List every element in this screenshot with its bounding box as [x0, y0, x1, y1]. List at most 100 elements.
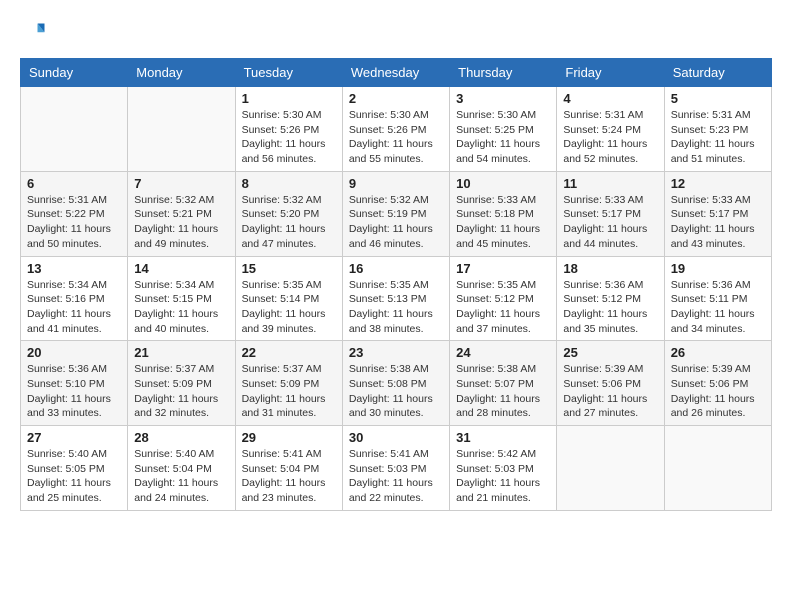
day-number: 11	[563, 176, 657, 191]
day-info: Sunrise: 5:30 AM Sunset: 5:26 PM Dayligh…	[242, 108, 336, 167]
calendar-cell: 13 Sunrise: 5:34 AM Sunset: 5:16 PM Dayli…	[21, 256, 128, 341]
day-info: Sunrise: 5:34 AM Sunset: 5:15 PM Dayligh…	[134, 278, 228, 337]
day-info: Sunrise: 5:42 AM Sunset: 5:03 PM Dayligh…	[456, 447, 550, 506]
weekday-header-saturday: Saturday	[664, 59, 771, 87]
day-info: Sunrise: 5:39 AM Sunset: 5:06 PM Dayligh…	[563, 362, 657, 421]
day-info: Sunrise: 5:32 AM Sunset: 5:19 PM Dayligh…	[349, 193, 443, 252]
day-number: 9	[349, 176, 443, 191]
day-number: 20	[27, 345, 121, 360]
weekday-header-wednesday: Wednesday	[342, 59, 449, 87]
day-number: 17	[456, 261, 550, 276]
day-number: 15	[242, 261, 336, 276]
day-number: 30	[349, 430, 443, 445]
calendar-table: SundayMondayTuesdayWednesdayThursdayFrid…	[20, 58, 772, 511]
calendar-cell: 12 Sunrise: 5:33 AM Sunset: 5:17 PM Dayli…	[664, 171, 771, 256]
calendar-cell	[21, 87, 128, 172]
day-number: 23	[349, 345, 443, 360]
day-info: Sunrise: 5:35 AM Sunset: 5:14 PM Dayligh…	[242, 278, 336, 337]
day-number: 1	[242, 91, 336, 106]
calendar-cell: 1 Sunrise: 5:30 AM Sunset: 5:26 PM Daylig…	[235, 87, 342, 172]
day-info: Sunrise: 5:39 AM Sunset: 5:06 PM Dayligh…	[671, 362, 765, 421]
calendar-cell: 19Sunrise: 5:36 AM Sunset: 5:11 PM Dayli…	[664, 256, 771, 341]
calendar-cell	[128, 87, 235, 172]
day-info: Sunrise: 5:32 AM Sunset: 5:21 PM Dayligh…	[134, 193, 228, 252]
logo-icon	[20, 20, 48, 48]
day-number: 26	[671, 345, 765, 360]
day-info: Sunrise: 5:31 AM Sunset: 5:23 PM Dayligh…	[671, 108, 765, 167]
calendar-cell: 22 Sunrise: 5:37 AM Sunset: 5:09 PM Dayli…	[235, 341, 342, 426]
calendar-week-row: 20Sunrise: 5:36 AM Sunset: 5:10 PM Dayli…	[21, 341, 772, 426]
calendar-cell: 29 Sunrise: 5:41 AM Sunset: 5:04 PM Dayli…	[235, 426, 342, 511]
weekday-header-monday: Monday	[128, 59, 235, 87]
day-number: 28	[134, 430, 228, 445]
day-number: 21	[134, 345, 228, 360]
day-number: 29	[242, 430, 336, 445]
calendar-cell: 2 Sunrise: 5:30 AM Sunset: 5:26 PM Daylig…	[342, 87, 449, 172]
day-info: Sunrise: 5:38 AM Sunset: 5:08 PM Dayligh…	[349, 362, 443, 421]
day-number: 6	[27, 176, 121, 191]
calendar-cell: 8 Sunrise: 5:32 AM Sunset: 5:20 PM Daylig…	[235, 171, 342, 256]
calendar-cell: 16Sunrise: 5:35 AM Sunset: 5:13 PM Dayli…	[342, 256, 449, 341]
day-number: 14	[134, 261, 228, 276]
calendar-cell: 20Sunrise: 5:36 AM Sunset: 5:10 PM Dayli…	[21, 341, 128, 426]
day-number: 8	[242, 176, 336, 191]
day-info: Sunrise: 5:34 AM Sunset: 5:16 PM Dayligh…	[27, 278, 121, 337]
day-info: Sunrise: 5:36 AM Sunset: 5:12 PM Dayligh…	[563, 278, 657, 337]
calendar-week-row: 27Sunrise: 5:40 AM Sunset: 5:05 PM Dayli…	[21, 426, 772, 511]
calendar-cell: 27Sunrise: 5:40 AM Sunset: 5:05 PM Dayli…	[21, 426, 128, 511]
day-info: Sunrise: 5:33 AM Sunset: 5:17 PM Dayligh…	[671, 193, 765, 252]
calendar-cell: 6 Sunrise: 5:31 AM Sunset: 5:22 PM Daylig…	[21, 171, 128, 256]
calendar-cell: 14 Sunrise: 5:34 AM Sunset: 5:15 PM Dayli…	[128, 256, 235, 341]
calendar-cell: 25 Sunrise: 5:39 AM Sunset: 5:06 PM Dayli…	[557, 341, 664, 426]
calendar-cell: 31Sunrise: 5:42 AM Sunset: 5:03 PM Dayli…	[450, 426, 557, 511]
calendar-cell: 10Sunrise: 5:33 AM Sunset: 5:18 PM Dayli…	[450, 171, 557, 256]
day-number: 5	[671, 91, 765, 106]
calendar-cell	[557, 426, 664, 511]
calendar-cell: 18 Sunrise: 5:36 AM Sunset: 5:12 PM Dayli…	[557, 256, 664, 341]
day-info: Sunrise: 5:40 AM Sunset: 5:05 PM Dayligh…	[27, 447, 121, 506]
weekday-header-tuesday: Tuesday	[235, 59, 342, 87]
day-info: Sunrise: 5:41 AM Sunset: 5:03 PM Dayligh…	[349, 447, 443, 506]
calendar-cell	[664, 426, 771, 511]
calendar-week-row: 6 Sunrise: 5:31 AM Sunset: 5:22 PM Daylig…	[21, 171, 772, 256]
day-number: 4	[563, 91, 657, 106]
day-info: Sunrise: 5:41 AM Sunset: 5:04 PM Dayligh…	[242, 447, 336, 506]
calendar-header-row: SundayMondayTuesdayWednesdayThursdayFrid…	[21, 59, 772, 87]
day-number: 3	[456, 91, 550, 106]
calendar-cell: 21 Sunrise: 5:37 AM Sunset: 5:09 PM Dayli…	[128, 341, 235, 426]
day-number: 10	[456, 176, 550, 191]
day-number: 2	[349, 91, 443, 106]
day-number: 25	[563, 345, 657, 360]
day-number: 18	[563, 261, 657, 276]
day-number: 7	[134, 176, 228, 191]
day-number: 12	[671, 176, 765, 191]
logo	[20, 20, 52, 48]
day-info: Sunrise: 5:35 AM Sunset: 5:13 PM Dayligh…	[349, 278, 443, 337]
day-info: Sunrise: 5:36 AM Sunset: 5:11 PM Dayligh…	[671, 278, 765, 337]
day-info: Sunrise: 5:31 AM Sunset: 5:22 PM Dayligh…	[27, 193, 121, 252]
day-info: Sunrise: 5:37 AM Sunset: 5:09 PM Dayligh…	[134, 362, 228, 421]
day-number: 13	[27, 261, 121, 276]
day-info: Sunrise: 5:30 AM Sunset: 5:26 PM Dayligh…	[349, 108, 443, 167]
day-info: Sunrise: 5:33 AM Sunset: 5:17 PM Dayligh…	[563, 193, 657, 252]
calendar-week-row: 13 Sunrise: 5:34 AM Sunset: 5:16 PM Dayli…	[21, 256, 772, 341]
day-info: Sunrise: 5:32 AM Sunset: 5:20 PM Dayligh…	[242, 193, 336, 252]
day-info: Sunrise: 5:35 AM Sunset: 5:12 PM Dayligh…	[456, 278, 550, 337]
day-info: Sunrise: 5:37 AM Sunset: 5:09 PM Dayligh…	[242, 362, 336, 421]
calendar-cell: 3Sunrise: 5:30 AM Sunset: 5:25 PM Daylig…	[450, 87, 557, 172]
calendar-cell: 11 Sunrise: 5:33 AM Sunset: 5:17 PM Dayli…	[557, 171, 664, 256]
calendar-cell: 15 Sunrise: 5:35 AM Sunset: 5:14 PM Dayli…	[235, 256, 342, 341]
day-info: Sunrise: 5:40 AM Sunset: 5:04 PM Dayligh…	[134, 447, 228, 506]
weekday-header-friday: Friday	[557, 59, 664, 87]
calendar-cell: 26 Sunrise: 5:39 AM Sunset: 5:06 PM Dayli…	[664, 341, 771, 426]
day-info: Sunrise: 5:31 AM Sunset: 5:24 PM Dayligh…	[563, 108, 657, 167]
day-info: Sunrise: 5:38 AM Sunset: 5:07 PM Dayligh…	[456, 362, 550, 421]
calendar-cell: 17 Sunrise: 5:35 AM Sunset: 5:12 PM Dayli…	[450, 256, 557, 341]
calendar-cell: 7 Sunrise: 5:32 AM Sunset: 5:21 PM Daylig…	[128, 171, 235, 256]
calendar-cell: 23 Sunrise: 5:38 AM Sunset: 5:08 PM Dayli…	[342, 341, 449, 426]
calendar-cell: 30 Sunrise: 5:41 AM Sunset: 5:03 PM Dayli…	[342, 426, 449, 511]
calendar-cell: 5 Sunrise: 5:31 AM Sunset: 5:23 PM Daylig…	[664, 87, 771, 172]
day-number: 22	[242, 345, 336, 360]
calendar-cell: 9 Sunrise: 5:32 AM Sunset: 5:19 PM Daylig…	[342, 171, 449, 256]
weekday-header-sunday: Sunday	[21, 59, 128, 87]
